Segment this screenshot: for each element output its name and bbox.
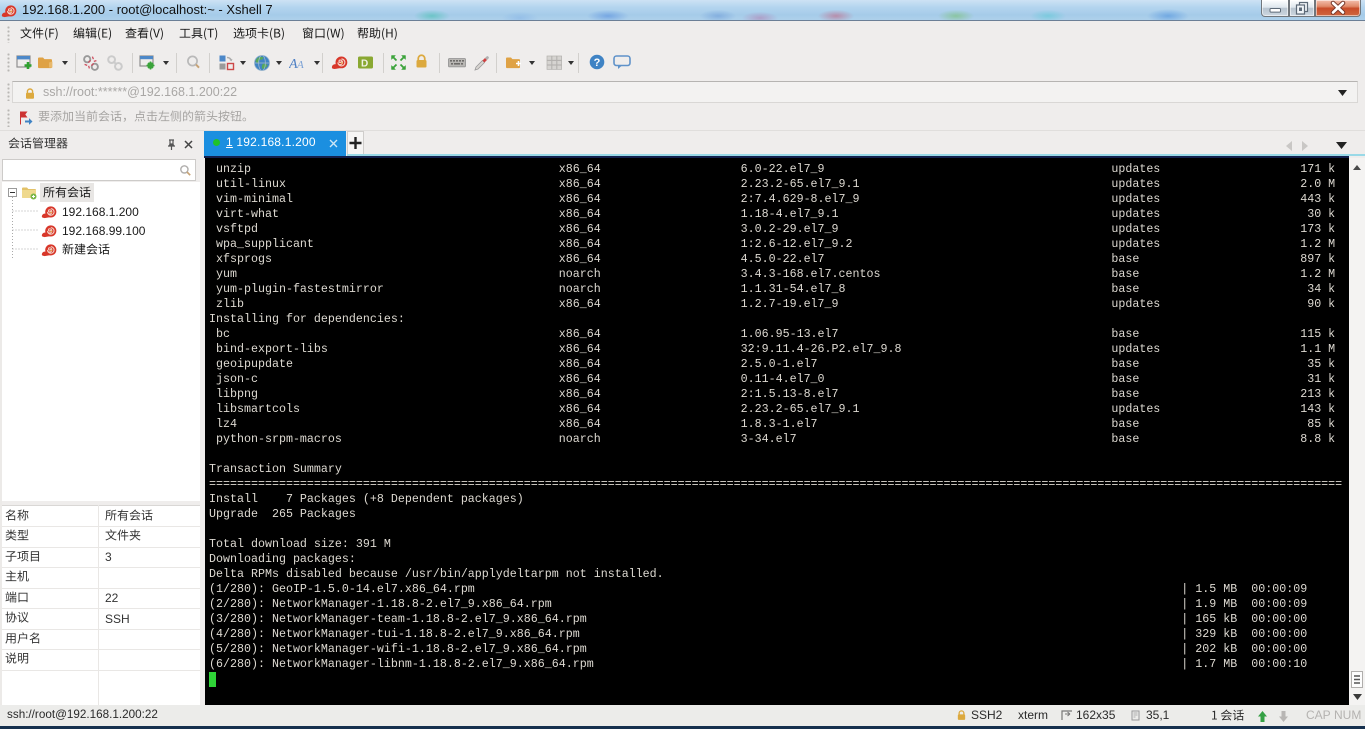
svg-text:D: D <box>361 59 368 70</box>
svg-text:A: A <box>296 59 304 71</box>
svg-text:?: ? <box>594 57 601 69</box>
